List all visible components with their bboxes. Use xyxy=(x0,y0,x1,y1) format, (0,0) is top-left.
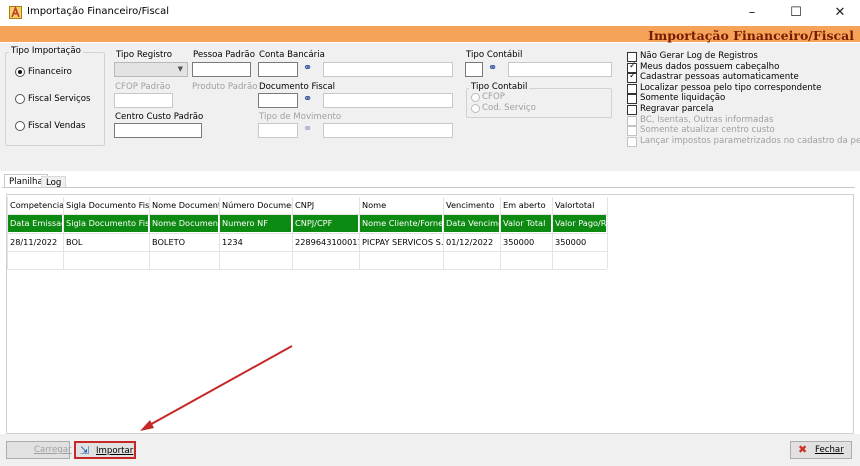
annotation-arrow xyxy=(140,345,293,431)
